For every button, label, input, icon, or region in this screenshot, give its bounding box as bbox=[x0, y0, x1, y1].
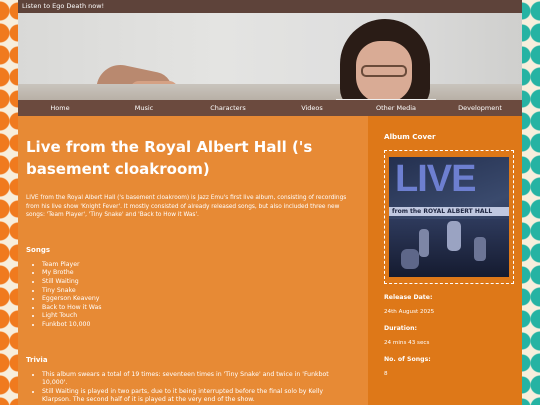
banner-glasses bbox=[361, 65, 407, 77]
release-date-value: 24th August 2025 bbox=[384, 309, 435, 315]
banner-bar bbox=[18, 84, 522, 100]
cover-performer bbox=[401, 249, 419, 269]
nav-characters[interactable]: Characters bbox=[186, 100, 270, 116]
song-item[interactable]: Tiny Snake bbox=[42, 287, 368, 296]
cover-heading: Album Cover bbox=[384, 132, 436, 141]
song-item[interactable]: Team Player bbox=[42, 261, 368, 270]
cover-live-text: LIVE bbox=[395, 158, 476, 200]
song-count-label: No. of Songs: bbox=[384, 356, 431, 363]
nav-home[interactable]: Home bbox=[18, 100, 102, 116]
cover-strip: from the ROYAL ALBERT HALL bbox=[389, 207, 509, 216]
main-column: Live from the Royal Albert Hall ('s base… bbox=[18, 116, 368, 405]
cover-performer bbox=[474, 237, 486, 261]
nav-development[interactable]: Development bbox=[438, 100, 522, 116]
trivia-item: This album swears a total of 19 times: s… bbox=[42, 371, 352, 388]
album-cover-image[interactable]: LIVE from the ROYAL ALBERT HALL bbox=[389, 157, 509, 277]
cover-performer bbox=[419, 229, 429, 257]
header-banner bbox=[18, 13, 522, 100]
duration-label: Duration: bbox=[384, 325, 417, 332]
song-item[interactable]: Still Waiting bbox=[42, 278, 368, 287]
content-area: Live from the Royal Albert Hall ('s base… bbox=[18, 116, 522, 405]
song-count-value: 8 bbox=[384, 371, 388, 377]
release-date-label: Release Date: bbox=[384, 294, 433, 301]
trivia-list: This album swears a total of 19 times: s… bbox=[26, 371, 368, 405]
cover-frame: LIVE from the ROYAL ALBERT HALL bbox=[384, 150, 514, 284]
cover-strip-text: from the ROYAL ALBERT HALL bbox=[392, 208, 493, 215]
banner-shirt bbox=[336, 99, 436, 100]
song-list: Team Player My Brothe Still Waiting Tiny… bbox=[26, 261, 368, 330]
trivia-item: Still Waiting is played in two parts, du… bbox=[42, 388, 352, 405]
main-nav: Home Music Characters Videos Other Media… bbox=[18, 100, 522, 116]
song-item[interactable]: Light Touch bbox=[42, 312, 368, 321]
song-item[interactable]: Back to How it Was bbox=[42, 304, 368, 313]
song-item[interactable]: My Brothe bbox=[42, 269, 368, 278]
album-description: LIVE from the Royal Albert Hall ('s base… bbox=[26, 195, 347, 219]
song-item[interactable]: Eggerson Keaveny bbox=[42, 295, 368, 304]
songs-heading: Songs bbox=[26, 245, 51, 254]
song-item[interactable]: Funkbot 10,000 bbox=[42, 321, 368, 330]
nav-videos[interactable]: Videos bbox=[270, 100, 354, 116]
cover-performer bbox=[447, 221, 461, 251]
top-announcement[interactable]: Listen to Ego Death now! bbox=[18, 0, 522, 13]
info-sidebar: Album Cover LIVE from the ROYAL ALBERT H… bbox=[376, 116, 522, 405]
page-title: Live from the Royal Albert Hall ('s base… bbox=[26, 138, 313, 178]
duration-value: 24 mins 43 secs bbox=[384, 340, 430, 346]
nav-other-media[interactable]: Other Media bbox=[354, 100, 438, 116]
left-decoration bbox=[0, 0, 18, 405]
trivia-heading: Trivia bbox=[26, 355, 48, 364]
page: Listen to Ego Death now! Home Music Char… bbox=[18, 0, 522, 405]
right-decoration bbox=[522, 0, 540, 405]
nav-music[interactable]: Music bbox=[102, 100, 186, 116]
